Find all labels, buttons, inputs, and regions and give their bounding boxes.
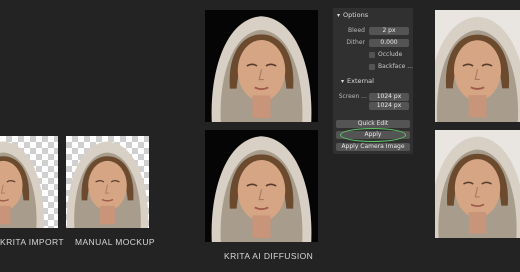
result-thumbnail-bottom	[435, 130, 520, 238]
external-section-header[interactable]: ▾ External	[341, 76, 374, 86]
apply-highlight-ring	[340, 128, 406, 142]
krita-ai-diffusion-caption: KRITA AI DIFFUSION	[224, 251, 314, 261]
backface-label: Backface ...	[378, 63, 413, 70]
bleed-label: Bleed	[348, 27, 365, 34]
quick-edit-button[interactable]: Quick Edit	[336, 120, 410, 128]
manual-mockup-thumbnail	[66, 136, 149, 228]
krita-import-thumbnail	[0, 136, 58, 228]
bleed-field[interactable]: 2 px	[369, 27, 409, 35]
screen-size-label: Screen ...	[338, 93, 367, 100]
dither-field[interactable]: 0.000	[369, 39, 409, 47]
backface-checkbox[interactable]	[369, 64, 375, 70]
screen-size-y-field[interactable]: 1024 px	[369, 102, 409, 110]
screen-size-x-field[interactable]: 1024 px	[369, 93, 409, 101]
krita-import-caption: KRITA IMPORT	[0, 237, 64, 247]
options-section-header[interactable]: ▾ Options	[337, 10, 368, 20]
occlude-checkbox[interactable]	[369, 52, 375, 58]
krita-ai-render-top	[205, 10, 318, 122]
result-thumbnail-top	[435, 10, 520, 122]
manual-mockup-caption: MANUAL MOCKUP	[75, 237, 155, 247]
dither-label: Dither	[346, 39, 365, 46]
apply-camera-image-button[interactable]: Apply Camera Image	[336, 143, 410, 151]
krita-ai-render-bottom	[205, 130, 318, 242]
occlude-label: Occlude	[378, 51, 403, 58]
